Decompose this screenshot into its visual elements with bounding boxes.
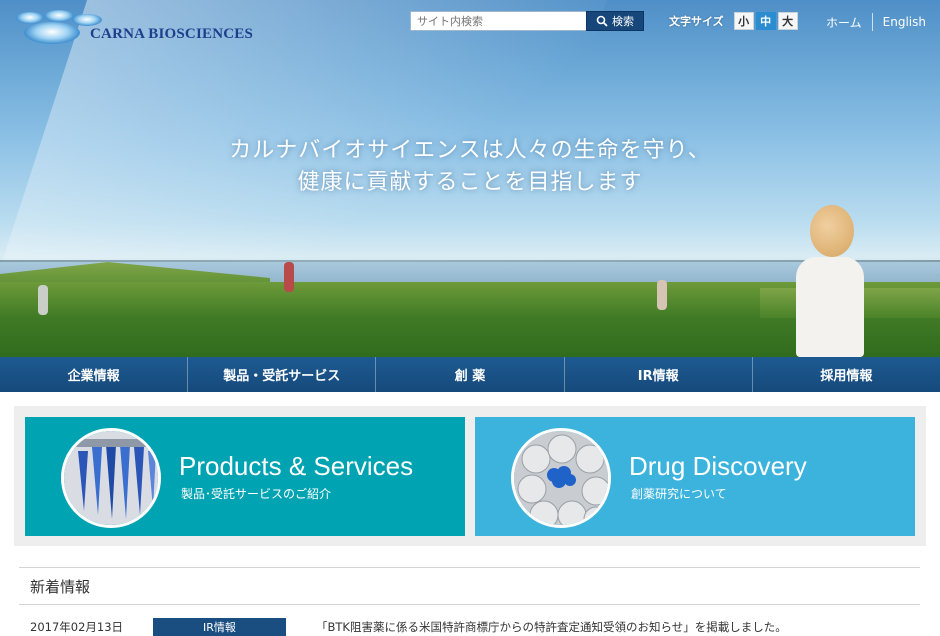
hero-tagline: カルナバイオサイエンスは人々の生命を守り、 健康に貢献することを目指します [0,135,940,199]
search-icon [596,15,608,27]
font-size-large-button[interactable]: 大 [777,12,798,30]
lab-pipette-icon [61,428,161,528]
english-link[interactable]: English [883,15,926,29]
search-input[interactable] [410,11,586,31]
link-divider [871,13,873,31]
logo-disc-icon [16,12,44,24]
top-links: ホーム English [826,13,926,31]
search-button-label: 検索 [612,15,634,28]
person-figure [657,280,667,310]
tagline-line1: カルナバイオサイエンスは人々の生命を守り、 [229,138,711,163]
child-figure [790,205,870,357]
logo-disc-icon [72,14,102,26]
news-item: 2017年02月13日 IR情報 「BTK阻害薬に係る米国特許商標庁からの特許査… [30,618,910,636]
home-link[interactable]: ホーム [826,14,862,31]
products-title: Products & Services [179,451,414,481]
products-services-card[interactable]: Products & Services 製品･受託サービスのご紹介 [25,417,465,536]
nav-item-company[interactable]: 企業情報 [0,357,189,392]
font-size-medium-button[interactable]: 中 [755,12,776,30]
protein-molecule-icon [511,428,611,528]
font-size-switcher: 文字サイズ 小 中 大 [669,12,798,30]
drug-discovery-subtitle: 創薬研究について [631,487,727,501]
nav-item-drug-discovery[interactable]: 創 薬 [376,357,565,392]
news-link[interactable]: 「BTK阻害薬に係る米国特許商標庁からの特許査定通知受領のお知らせ」を掲載しまし… [316,619,787,635]
logo-disc-icon [44,10,74,22]
search-button[interactable]: 検索 [586,11,644,31]
logo-disc-icon [24,22,80,44]
company-logo[interactable]: CARNA BIOSCIENCES [14,10,284,50]
news-date: 2017年02月13日 [30,620,124,634]
nav-item-products[interactable]: 製品・受託サービス [188,357,377,392]
font-size-label: 文字サイズ [669,15,724,28]
drug-discovery-title: Drug Discovery [629,451,807,481]
global-nav: 企業情報 製品・受託サービス 創 薬 IR情報 採用情報 [0,357,940,392]
news-top-divider [19,567,920,568]
news-heading-divider [19,604,920,605]
nav-item-ir[interactable]: IR情報 [565,357,753,392]
news-category-badge: IR情報 [153,618,286,636]
site-search: 検索 [410,11,644,31]
news-heading: 新着情報 [30,578,91,596]
feature-panel: Products & Services 製品･受託サービスのご紹介 Drug D… [14,406,926,546]
products-subtitle: 製品･受託サービスのご紹介 [181,487,332,501]
font-size-small-button[interactable]: 小 [733,12,754,30]
person-figure [38,285,48,315]
logo-wordmark: CARNA BIOSCIENCES [90,26,254,42]
person-figure [284,262,294,292]
tagline-line2: 健康に貢献することを目指します [297,170,643,195]
drug-discovery-card[interactable]: Drug Discovery 創薬研究について [475,417,915,536]
nav-item-recruit[interactable]: 採用情報 [753,357,940,392]
